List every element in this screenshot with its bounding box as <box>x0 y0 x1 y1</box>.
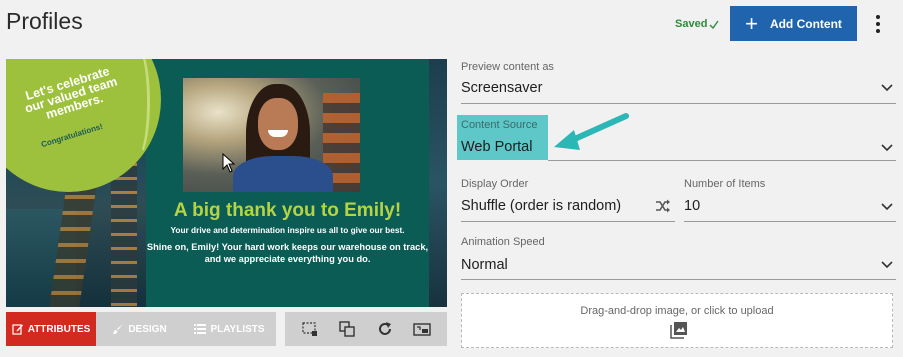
image-upload-dropzone[interactable]: Drag-and-drop image, or click to upload <box>461 293 893 348</box>
preview-as-label: Preview content as <box>461 61 554 73</box>
plus-icon: + <box>745 10 758 36</box>
content-source-label: Content Source <box>461 119 538 131</box>
more-options-icon[interactable] <box>868 12 888 36</box>
tab-playlists-label: PLAYLISTS <box>210 323 265 335</box>
display-order-select[interactable]: Shuffle (order is random) <box>461 198 621 214</box>
crop-region-icon[interactable] <box>300 319 320 339</box>
edit-icon <box>12 324 23 335</box>
tab-playlists[interactable]: PLAYLISTS <box>183 312 276 346</box>
animation-speed-select[interactable]: Normal <box>461 257 508 273</box>
preview-toolbar <box>285 312 447 346</box>
chevron-down-icon[interactable] <box>881 84 893 92</box>
saved-label: Saved <box>675 18 708 30</box>
display-order-label: Display Order <box>461 178 529 190</box>
refresh-icon[interactable] <box>375 319 395 339</box>
preview-line-2: Shine on, Emily! Your hard work keeps ou… <box>146 242 429 264</box>
upload-instructions: Drag-and-drop image, or click to upload <box>580 305 774 317</box>
preview-headline: A big thank you to Emily! <box>173 200 402 221</box>
saved-status: Saved <box>675 18 719 30</box>
list-icon <box>194 324 207 334</box>
content-preview: Let's celebrate our valued team members.… <box>6 59 447 307</box>
preview-line-1: Your drive and determination inspire us … <box>170 225 405 235</box>
tab-bar: ATTRIBUTES DESIGN PLAYLISTS <box>6 312 276 346</box>
content-source-select[interactable]: Web Portal <box>461 139 532 155</box>
add-content-label: Add Content <box>769 16 842 31</box>
employee-photo <box>183 78 360 192</box>
chevron-down-icon[interactable] <box>881 144 893 152</box>
mouse-cursor-icon <box>222 153 236 173</box>
number-items-label: Number of Items <box>684 178 766 190</box>
tab-attributes-label: ATTRIBUTES <box>27 323 91 335</box>
annotation-arrow-icon <box>554 113 629 150</box>
number-items-select[interactable]: 10 <box>684 198 700 214</box>
fullscreen-icon[interactable] <box>412 319 432 339</box>
tab-design[interactable]: DESIGN <box>96 312 183 346</box>
warehouse-image-right <box>429 59 447 307</box>
tab-design-label: DESIGN <box>128 323 167 335</box>
layers-icon[interactable] <box>337 319 357 339</box>
animation-speed-label: Animation Speed <box>461 236 545 248</box>
shuffle-icon <box>656 199 670 213</box>
tab-attributes[interactable]: ATTRIBUTES <box>6 312 96 346</box>
check-icon <box>709 20 719 29</box>
chevron-down-icon[interactable] <box>881 203 893 211</box>
page-title: Profiles <box>6 8 83 34</box>
chevron-down-icon[interactable] <box>881 261 893 269</box>
brush-icon <box>113 324 124 334</box>
image-icon <box>670 322 687 339</box>
preview-as-select[interactable]: Screensaver <box>461 80 542 96</box>
add-content-button[interactable]: + Add Content <box>730 6 857 41</box>
